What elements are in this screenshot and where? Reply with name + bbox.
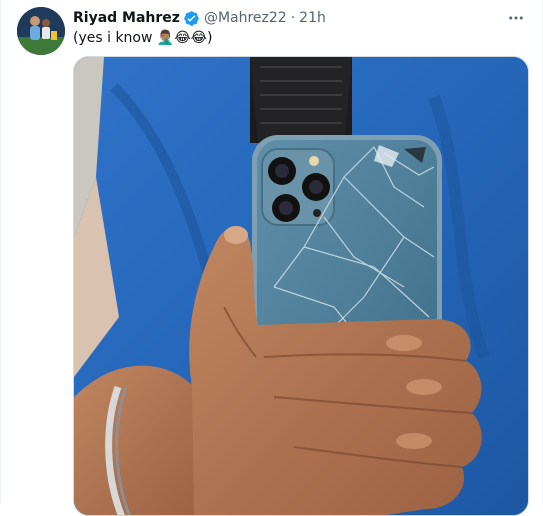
author-avatar[interactable] (17, 7, 65, 55)
tweet-text: (yes i know 🤦🏽‍♂️😂😂) (73, 30, 213, 46)
more-dots-icon (509, 16, 523, 20)
author-name[interactable]: Riyad Mahrez (73, 8, 180, 28)
tweet-header: Riyad Mahrez @Mahrez22 · 21h (73, 8, 326, 28)
photo-broken-phone (74, 57, 528, 515)
avatar-image (17, 7, 65, 55)
tweet-timestamp[interactable]: 21h (299, 8, 326, 28)
verified-badge-icon (183, 10, 200, 27)
more-options-button[interactable] (504, 6, 528, 30)
header-separator: · (290, 10, 296, 26)
tweet-media[interactable] (73, 56, 529, 516)
tweet-card[interactable]: Riyad Mahrez @Mahrez22 · 21h (yes i know… (0, 0, 543, 516)
author-handle[interactable]: @Mahrez22 (204, 8, 287, 28)
